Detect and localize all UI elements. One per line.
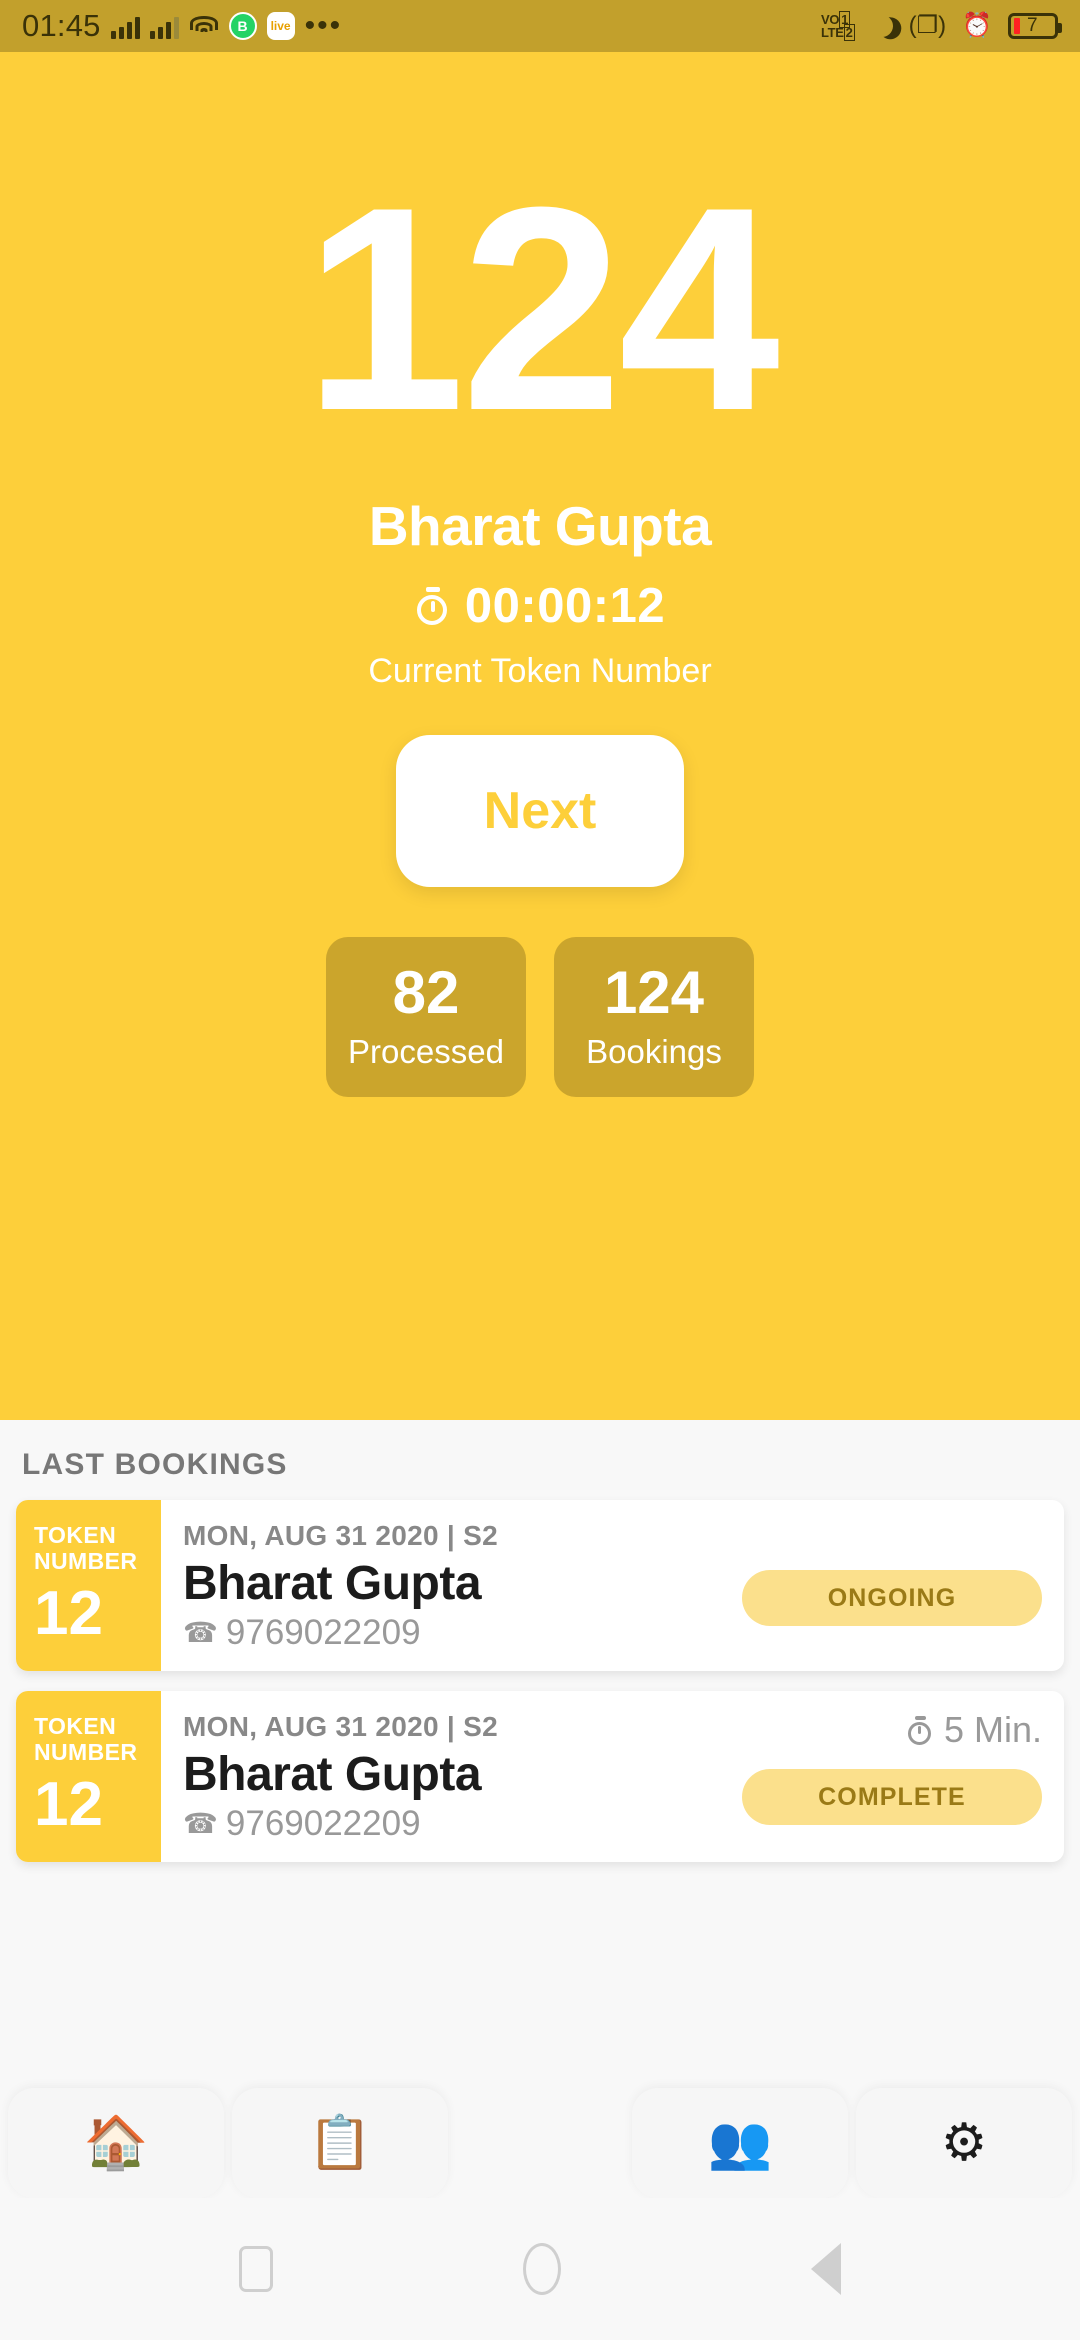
signal-bars-2-icon xyxy=(149,13,179,39)
next-button-label: Next xyxy=(483,782,597,840)
people-icon: 👥 xyxy=(707,2114,773,2172)
stopwatch-icon xyxy=(907,1715,934,1745)
alarm-icon: ⏰ xyxy=(962,12,992,39)
nav-item-settings[interactable]: ⚙ xyxy=(856,2088,1072,2198)
booking-details: MON, AUG 31 2020 | S2 Bharat Gupta ☎ 976… xyxy=(161,1691,1064,1862)
bookings-label: Bookings xyxy=(586,1033,722,1070)
table-row[interactable]: TOKEN NUMBER 12 MON, AUG 31 2020 | S2 Bh… xyxy=(16,1500,1064,1671)
elapsed-time-value: 00:00:12 xyxy=(464,579,666,633)
status-badge: COMPLETE xyxy=(742,1769,1042,1825)
status-badge: ONGOING xyxy=(742,1570,1042,1626)
nav-item-bookings[interactable]: 📋 xyxy=(232,2088,448,2198)
home-circle-icon[interactable] xyxy=(523,2243,561,2295)
more-dots-icon: ••• xyxy=(304,9,343,42)
booking-right-col: 5 Min. COMPLETE xyxy=(742,1709,1042,1825)
stats-row: 82 Processed 124 Bookings xyxy=(326,937,754,1097)
booking-duration-value: 5 Min. xyxy=(943,1709,1042,1750)
recents-square-icon[interactable] xyxy=(239,2246,273,2292)
last-bookings-title: LAST BOOKINGS xyxy=(22,1448,288,1481)
processed-label: Processed xyxy=(348,1033,504,1070)
gear-icon: ⚙ xyxy=(940,2114,988,2172)
token-number-label: TOKEN NUMBER xyxy=(34,1522,138,1575)
back-triangle-icon[interactable] xyxy=(811,2243,841,2295)
battery-icon: 7 xyxy=(1008,13,1062,39)
table-row[interactable]: TOKEN NUMBER 12 MON, AUG 31 2020 | S2 Bh… xyxy=(16,1691,1064,1862)
signal-bars-icon xyxy=(110,13,140,39)
booking-phone: 9769022209 xyxy=(225,1613,421,1652)
stat-card-processed[interactable]: 82 Processed xyxy=(326,937,526,1097)
status-bar-right: VO 1 LTE 2 (❐) ⏰ 7 xyxy=(820,11,1062,41)
status-bar-clock: 01:45 xyxy=(22,8,101,43)
status-bar-left: 01:45 B live ••• xyxy=(22,8,342,44)
processed-value: 82 xyxy=(392,959,460,1026)
booking-phone: 9769022209 xyxy=(225,1804,421,1843)
live-app-icon: live xyxy=(266,12,295,40)
wifi-icon xyxy=(189,14,219,38)
bookings-value: 124 xyxy=(603,959,705,1026)
elapsed-timer: 00:00:12 xyxy=(415,578,665,634)
booking-token-value: 12 xyxy=(34,1578,103,1648)
bottom-nav: 🏠 📋 👥 ⚙ xyxy=(0,2088,1080,2198)
nav-item-customers[interactable]: 👥 xyxy=(632,2088,848,2198)
phone-icon: ☎ xyxy=(183,1808,218,1839)
whatsapp-icon: B xyxy=(228,12,257,40)
booking-token-block: TOKEN NUMBER 12 xyxy=(16,1500,161,1671)
home-icon: 🏠 xyxy=(83,2114,149,2172)
clipboard-icon: 📋 xyxy=(307,2114,373,2172)
nav-item-home[interactable]: 🏠 xyxy=(8,2088,224,2198)
token-number-label: TOKEN NUMBER xyxy=(34,1713,138,1766)
stat-card-bookings[interactable]: 124 Bookings xyxy=(554,937,754,1097)
next-button[interactable]: Next xyxy=(396,735,684,887)
stopwatch-icon xyxy=(415,587,451,625)
battery-level: 7 xyxy=(1027,15,1038,36)
current-token-caption: Current Token Number xyxy=(368,652,712,690)
dnd-moon-icon xyxy=(868,12,896,40)
booking-details: MON, AUG 31 2020 | S2 Bharat Gupta ☎ 976… xyxy=(161,1500,1064,1671)
nav-fab-gap xyxy=(456,2088,624,2198)
vibrate-icon: (❐) xyxy=(908,12,947,39)
current-customer-name: Bharat Gupta xyxy=(368,495,712,557)
booking-right-col: ONGOING xyxy=(742,1518,1042,1626)
current-token-number: 124 xyxy=(304,147,780,471)
volte-icon: VO 1 LTE 2 xyxy=(820,11,855,41)
android-navigation-bar xyxy=(0,2198,1080,2340)
status-bar: 01:45 B live ••• VO 1 LTE 2 (❐) ⏰ 7 xyxy=(0,0,1080,52)
current-token-panel: 124 Bharat Gupta 00:00:12 Current Token … xyxy=(0,52,1080,1420)
booking-duration: 5 Min. xyxy=(907,1709,1042,1751)
booking-token-value: 12 xyxy=(34,1769,103,1839)
booking-token-block: TOKEN NUMBER 12 xyxy=(16,1691,161,1862)
phone-icon: ☎ xyxy=(183,1617,218,1648)
